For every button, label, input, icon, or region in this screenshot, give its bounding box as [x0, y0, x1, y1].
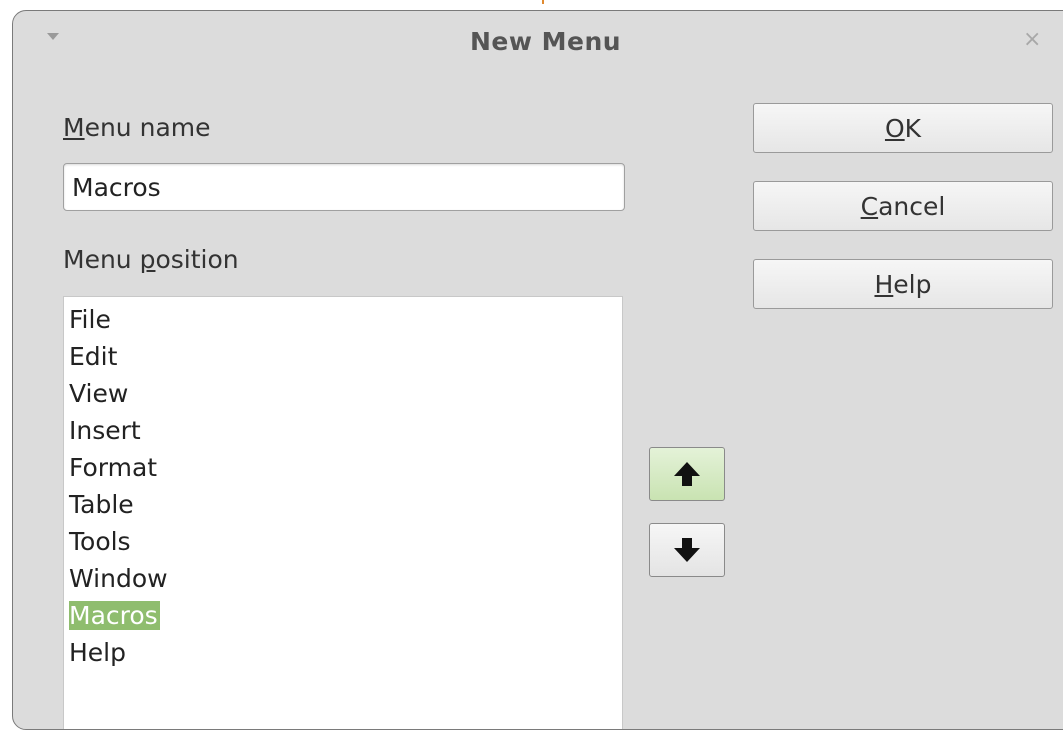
help-button[interactable]: Help	[753, 259, 1053, 309]
list-item-label: Table	[69, 490, 134, 519]
list-item[interactable]: Macros	[64, 597, 622, 634]
list-item-label: Insert	[69, 416, 141, 445]
list-item[interactable]: Table	[64, 486, 622, 523]
ok-button[interactable]: OK	[753, 103, 1053, 153]
list-item-label: Macros	[69, 601, 160, 630]
list-item[interactable]: View	[64, 375, 622, 412]
list-item[interactable]: Window	[64, 560, 622, 597]
list-item-label: Tools	[69, 527, 131, 556]
list-item-label: Help	[69, 638, 126, 667]
list-item[interactable]: Edit	[64, 338, 622, 375]
menu-position-list[interactable]: File Edit View Insert Format Table Tools Window…	[63, 296, 623, 729]
move-down-button[interactable]	[649, 523, 725, 577]
cancel-button[interactable]: Cancel	[753, 181, 1053, 231]
arrow-up-icon	[674, 462, 700, 486]
list-item-label: View	[69, 379, 129, 408]
title-bar: New Menu ×	[13, 11, 1063, 81]
dialog-title: New Menu	[469, 27, 622, 56]
list-item-label: Window	[69, 564, 168, 593]
list-item[interactable]: Tools	[64, 523, 622, 560]
menu-name-input[interactable]	[63, 163, 625, 211]
arrow-down-icon	[674, 538, 700, 562]
list-item[interactable]: Help	[64, 634, 622, 671]
close-icon[interactable]: ×	[1023, 29, 1041, 51]
list-item-label: Edit	[69, 342, 118, 371]
list-item[interactable]: File	[64, 301, 622, 338]
menu-position-label: Menu position	[63, 245, 239, 274]
new-menu-dialog: New Menu × Menu name Menu position File E…	[12, 10, 1063, 730]
list-item-label: Format	[69, 453, 158, 482]
menu-name-label: Menu name	[63, 113, 211, 142]
list-item[interactable]: Format	[64, 449, 622, 486]
move-up-button[interactable]	[649, 447, 725, 501]
pointer-mark	[542, 0, 544, 4]
list-item-label: File	[69, 305, 111, 334]
list-item[interactable]: Insert	[64, 412, 622, 449]
